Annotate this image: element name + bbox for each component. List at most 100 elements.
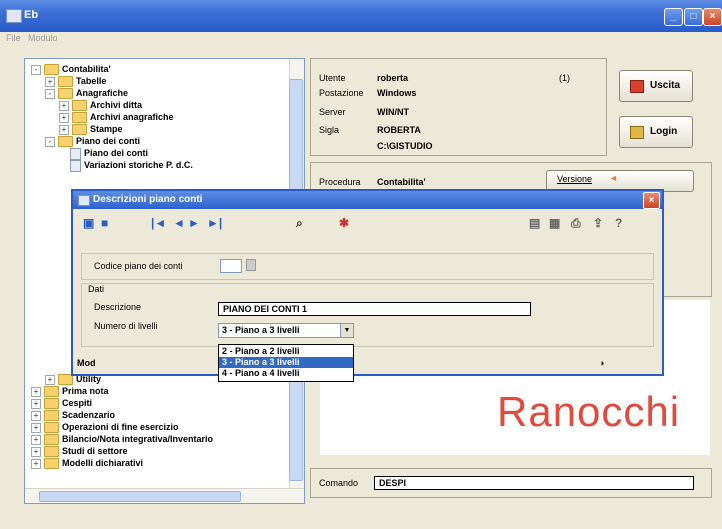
minimize-button[interactable]: _	[664, 8, 683, 26]
collapse-icon[interactable]: -	[45, 88, 55, 99]
menu-modulo[interactable]: Modulo	[28, 33, 58, 43]
uscita-button[interactable]: Uscita	[619, 70, 693, 102]
next-record-icon[interactable]: ►	[188, 216, 200, 230]
tree-node[interactable]: - Contabilita'	[31, 63, 111, 76]
grid-icon[interactable]: ▦	[549, 216, 560, 230]
collapse-icon[interactable]: -	[45, 136, 55, 147]
folder-icon	[72, 124, 87, 136]
folder-icon	[44, 458, 59, 470]
first-record-icon[interactable]: |◄	[151, 216, 166, 230]
login-label: Login	[650, 126, 678, 137]
expand-icon[interactable]: +	[31, 386, 41, 397]
expand-icon[interactable]: +	[31, 458, 41, 469]
tree-node-label: Modelli dichiarativi	[62, 458, 144, 468]
comando-input[interactable]: DESPI	[374, 476, 694, 490]
lookup-icon[interactable]	[246, 259, 256, 271]
livelli-select[interactable]: 3 - Piano a 3 livelli ▼	[218, 323, 354, 338]
menu-bar: File Modulo	[0, 32, 722, 46]
maximize-button[interactable]: □	[684, 8, 703, 26]
folder-icon	[44, 446, 59, 458]
tree-node-label: Archivi ditta	[90, 100, 143, 110]
save-icon[interactable]: ▣	[83, 216, 94, 230]
tree-node[interactable]: - Piano dei conti	[45, 135, 141, 148]
livelli-option[interactable]: 3 - Piano a 3 livelli	[219, 357, 353, 368]
tree-node-label: Piano dei conti	[76, 136, 141, 146]
tree-node[interactable]: + Modelli dichiarativi	[31, 457, 144, 470]
folder-icon	[44, 410, 59, 422]
tree-node[interactable]: + Prima nota	[31, 385, 109, 398]
tree-node[interactable]: + Bilancio/Nota integrativa/Inventario	[31, 433, 213, 446]
exit-icon	[630, 80, 644, 93]
search-icon[interactable]: ⌕	[296, 216, 303, 231]
last-record-icon[interactable]: ►|	[207, 216, 222, 230]
tree-node[interactable]: Piano dei conti	[59, 147, 149, 160]
help-icon[interactable]: ?	[615, 216, 622, 230]
livelli-dropdown-list[interactable]: 2 - Piano a 2 livelli 3 - Piano a 3 livel…	[218, 344, 354, 382]
dialog-app-icon	[78, 195, 90, 206]
main-window: Eb _ □ × File Modulo - Contabilita' + Tabel…	[0, 0, 722, 529]
chevron-down-icon[interactable]: ▼	[340, 324, 353, 337]
livelli-option[interactable]: 2 - Piano a 2 livelli	[219, 346, 353, 357]
dati-label: Dati	[88, 284, 105, 294]
window-title: Eb	[24, 9, 39, 21]
expand-icon[interactable]: +	[31, 398, 41, 409]
collapse-icon[interactable]: -	[31, 64, 41, 75]
menu-file[interactable]: File	[6, 33, 21, 43]
descrizioni-dialog: Descrizioni piano conti × ▣ ■ |◄ ◄ ► ►| …	[71, 189, 664, 382]
tree-node[interactable]: - Anagrafiche	[45, 87, 128, 100]
tree-node[interactable]: + Archivi anagrafiche	[59, 111, 174, 124]
expand-icon[interactable]: +	[31, 446, 41, 457]
descrizione-input[interactable]: PIANO DEI CONTI 1	[218, 302, 531, 316]
tree-node[interactable]: + Studi di settore	[31, 445, 128, 458]
tree-node[interactable]: + Archivi ditta	[59, 99, 143, 112]
dialog-close-button[interactable]: ×	[643, 192, 660, 209]
tree-node[interactable]: + Operazioni di fine esercizio	[31, 421, 179, 434]
close-button[interactable]: ×	[703, 8, 722, 26]
procedura-label: Procedura	[319, 177, 361, 187]
dialog-title-bar: Descrizioni piano conti ×	[73, 191, 662, 209]
expand-icon[interactable]: +	[31, 422, 41, 433]
tree-node[interactable]: Variazioni storiche P. d.C.	[59, 159, 193, 172]
folder-icon	[58, 136, 73, 148]
versione-label: Versione	[557, 174, 593, 184]
tree-node[interactable]: + Stampe	[59, 123, 123, 136]
tree-node-label: Piano dei conti	[84, 148, 149, 158]
list-icon[interactable]: ▤	[529, 216, 540, 230]
livelli-label: Numero di livelli	[94, 321, 158, 331]
tree-node[interactable]: + Cespiti	[31, 397, 92, 410]
expand-icon[interactable]: +	[59, 100, 69, 111]
tree-node-label: Scadenzario	[62, 410, 116, 420]
postazione-value: Windows	[377, 88, 417, 98]
expand-icon[interactable]: +	[31, 434, 41, 445]
expand-icon[interactable]: +	[45, 76, 55, 87]
sigla-label: Sigla	[319, 125, 340, 135]
livelli-option[interactable]: 4 - Piano a 4 livelli	[219, 368, 353, 379]
tree-horizontal-scrollbar[interactable]	[25, 488, 304, 503]
expand-icon[interactable]: +	[59, 112, 69, 123]
key-icon	[630, 126, 644, 139]
new-icon[interactable]: ■	[101, 216, 108, 230]
comando-label: Comando	[319, 478, 359, 488]
folder-icon	[44, 434, 59, 446]
session-code: (1)	[559, 73, 570, 83]
tree-node[interactable]: + Tabelle	[45, 75, 106, 88]
tree-node[interactable]: + Scadenzario	[31, 409, 116, 422]
expand-icon[interactable]: +	[59, 124, 69, 135]
postazione-label: Postazione	[319, 88, 364, 98]
server-label: Server	[319, 107, 346, 117]
export-icon[interactable]: ⇪	[593, 216, 603, 230]
arrow-icon: ◄	[609, 173, 618, 183]
delete-icon[interactable]: ✱	[339, 216, 349, 230]
prev-record-icon[interactable]: ◄	[173, 216, 185, 230]
utente-label: Utente	[319, 73, 346, 83]
utente-value: roberta	[377, 73, 409, 83]
print-icon[interactable]: ⎙	[571, 216, 581, 231]
code-group: Codice piano dei conti	[81, 253, 654, 280]
login-button[interactable]: Login	[619, 116, 693, 148]
expand-icon[interactable]: +	[45, 374, 55, 385]
document-icon	[70, 147, 81, 160]
codice-input[interactable]	[220, 259, 242, 273]
tree-hscroll-thumb[interactable]	[39, 491, 241, 502]
expand-icon[interactable]: +	[31, 410, 41, 421]
dialog-title: Descrizioni piano conti	[93, 194, 203, 205]
